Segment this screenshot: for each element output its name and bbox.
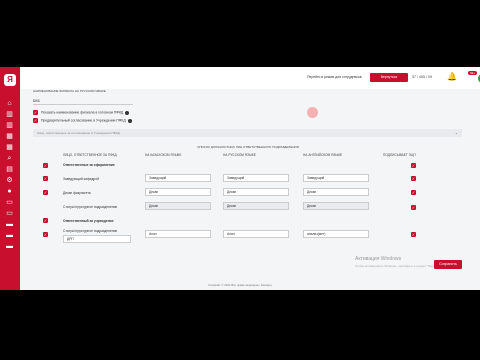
grid-icon[interactable]: ▦ [5,132,14,141]
responsible-collapse-panel[interactable]: Лица, ответственные за согласование в Уч… [33,129,462,137]
footer-text: Копирайт © 2024 Все права защищены. Каза… [208,283,272,287]
checkbox-checked[interactable]: ✓ [33,118,38,123]
windows-activation-text: Чтобы активировать Windows, перейдите в … [355,264,446,268]
section-title: Ответственные за оформление [63,163,115,167]
folder-icon[interactable]: ▬ [5,220,14,229]
notification-badge: 99+ [468,71,478,75]
english-field[interactable]: Заведущий [303,174,369,182]
checkbox-checked[interactable]: ✓ [43,232,48,237]
app-window: Я ⌂ ▥ ▥ ▦ ▦ ⌕ ▤ ⚙ ● ▭ ▭ ▬ ▬ ▬ Перейти в … [0,67,480,290]
russian-field[interactable]: Заведущий [223,174,289,182]
grid-icon[interactable]: ▦ [5,143,14,152]
save-button[interactable]: Сохранить [434,260,462,269]
row-label: Статус/структурное подразделение [63,229,118,233]
collapse-label: Лица, ответственные за согласование в Уч… [37,131,120,135]
kazakh-field[interactable]: Декан [145,188,211,196]
kazakh-field[interactable]: Заведущий [145,174,211,182]
branch-name-input[interactable]: БКБ [33,97,133,105]
show-branch-label: Показать наименование филиала в головном… [41,110,124,115]
russian-field: Декан [223,202,289,210]
show-branch-checkbox-row[interactable]: ✓ Показать наименование филиала в головно… [33,110,130,115]
folder-icon[interactable]: ▬ [5,231,14,240]
bell-icon[interactable]: 🔔 [447,72,458,83]
bank-icon[interactable]: ▥ [5,121,14,130]
checkbox-checked[interactable]: ✓ [33,110,38,115]
search-icon[interactable]: ⌕ [5,154,14,163]
kazakh-field[interactable]: Анал [145,230,211,238]
column-header: ПОДПИСЫВАЕТ ЭЦП [383,153,416,157]
russian-field[interactable]: Декан [223,188,289,196]
document-icon[interactable]: ▭ [5,198,14,207]
status-counter: 57 / 405 / 09 [412,75,432,79]
checkbox-checked[interactable]: ✓ [411,190,416,195]
checkbox-checked[interactable]: ✓ [43,163,48,168]
english-field: Декан [303,202,369,210]
staff-mode-link[interactable]: Перейти в режим для сотрудников [307,75,362,79]
checkbox-checked[interactable]: ✓ [411,163,416,168]
info-icon[interactable] [125,110,130,115]
checkbox-checked[interactable]: ✓ [43,218,48,223]
info-icon[interactable] [127,118,132,123]
app-logo[interactable]: Я [4,74,16,86]
sidebar: Я ⌂ ▥ ▥ ▦ ▦ ⌕ ▤ ⚙ ● ▭ ▭ ▬ ▬ ▬ [0,67,20,290]
section-title: Ответственный за учреждение [63,219,114,223]
return-button[interactable]: Вернуться [370,73,408,82]
column-header: НА КАЗАХСКОМ ЯЗЫКЕ [145,153,182,157]
department-value: ДРП [67,237,74,241]
home-icon[interactable]: ⌂ [5,99,14,108]
checkbox-checked[interactable]: ✓ [411,232,416,237]
chat-icon[interactable]: ▤ [5,165,14,174]
branch-name-label: НАИМЕНОВАНИЕ ФИЛИАЛА НА РУССКОМ ЯЗЫКЕ [33,89,106,93]
top-bar: Перейти в режим для сотрудников Вернутьс… [20,67,480,89]
bank-icon[interactable]: ▥ [5,110,14,119]
folder-icon[interactable]: ▬ [5,242,14,251]
row-label: Заведующий кафедрой [63,177,99,181]
windows-activation-title: Активация Windows [355,256,402,262]
department-select[interactable]: ДРП [63,235,131,243]
settings-icon[interactable]: ⚙ [5,176,14,185]
russian-field[interactable]: Анал [223,230,289,238]
row-label: Статус/структурное подразделение [63,205,118,209]
column-header: НА АНГЛИЙСКОМ ЯЗЫКЕ [303,153,343,157]
document-icon[interactable]: ▭ [5,209,14,218]
english-field[interactable]: анализ(мет) [303,230,369,238]
kazakh-field: Декан [145,202,211,210]
preapproval-label: Предварительный согласование в Учреждени… [41,118,126,123]
preapproval-checkbox-row[interactable]: ✓ Предварительный согласование в Учрежден… [33,118,132,123]
chevron-down-icon[interactable]: ⌄ [455,129,458,137]
checkbox-checked[interactable]: ✓ [411,176,416,181]
table-caption: СПИСОК ДОЛЖНОСТНЫХ ЛИЦ ОТВЕТСТВЕННОГО ПО… [197,145,299,149]
row-label: Декан факультета [63,191,91,195]
column-header: ЛИЦО, ОТВЕТСТВЕННОЕ ЗА ПФКД [63,153,117,157]
checkbox-checked[interactable]: ✓ [43,190,48,195]
cursor-highlight [307,107,318,118]
user-icon[interactable]: ● [5,187,14,196]
checkbox-checked[interactable]: ✓ [411,205,416,210]
checkbox-checked[interactable]: ✓ [43,176,48,181]
column-header: НА РУССКОМ ЯЗЫКЕ [223,153,256,157]
english-field[interactable]: Декан [303,188,369,196]
